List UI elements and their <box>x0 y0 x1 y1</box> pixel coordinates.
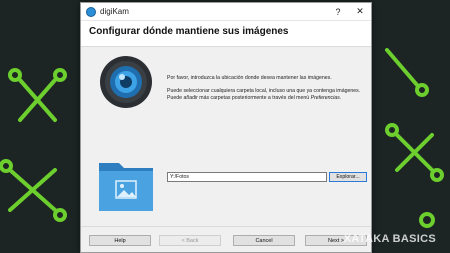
instruction-line-2-suffix: . <box>339 95 342 102</box>
title-bar: digiKam ? ✕ <box>81 3 371 21</box>
instructions: Por favor, introduzca la ubicación donde… <box>167 75 367 108</box>
close-icon[interactable]: ✕ <box>349 3 371 21</box>
watermark: XATAKA BASICS <box>343 233 436 245</box>
help-button[interactable]: Help <box>89 235 151 246</box>
instruction-paragraph-1: Por favor, introduzca la ubicación donde… <box>167 75 332 81</box>
camera-lens-icon <box>99 55 153 109</box>
digikam-icon <box>86 6 96 17</box>
instruction-line-1: Puede seleccionar cualquiera carpeta loc… <box>167 87 361 94</box>
browse-button[interactable]: Explorar... <box>329 172 367 182</box>
preferences-menu-reference: Preferencias <box>310 95 340 102</box>
back-button[interactable]: < Back <box>159 235 221 246</box>
button-bar: Help < Back Cancel Next > <box>81 226 371 252</box>
background-decoration-left <box>0 60 80 250</box>
setup-dialog: digiKam ? ✕ Configurar dónde mantiene su… <box>80 2 372 253</box>
collection-path-row: Explorar... <box>167 172 367 182</box>
pictures-folder-icon <box>97 157 155 213</box>
help-icon[interactable]: ? <box>327 3 349 21</box>
window-title: digiKam <box>100 7 129 16</box>
page-header: Configurar dónde mantiene sus imágenes <box>81 21 371 45</box>
instruction-paragraph-2: Puede seleccionar cualquiera carpeta loc… <box>167 88 367 103</box>
background-decoration-right <box>372 40 450 250</box>
instruction-line-2-prefix: Puede añadir más carpetas posteriormente… <box>167 95 311 102</box>
page-body: Por favor, introduzca la ubicación donde… <box>81 46 371 226</box>
page-title: Configurar dónde mantiene sus imágenes <box>89 26 289 37</box>
cancel-button[interactable]: Cancel <box>233 235 295 246</box>
collection-path-input[interactable] <box>167 172 327 182</box>
